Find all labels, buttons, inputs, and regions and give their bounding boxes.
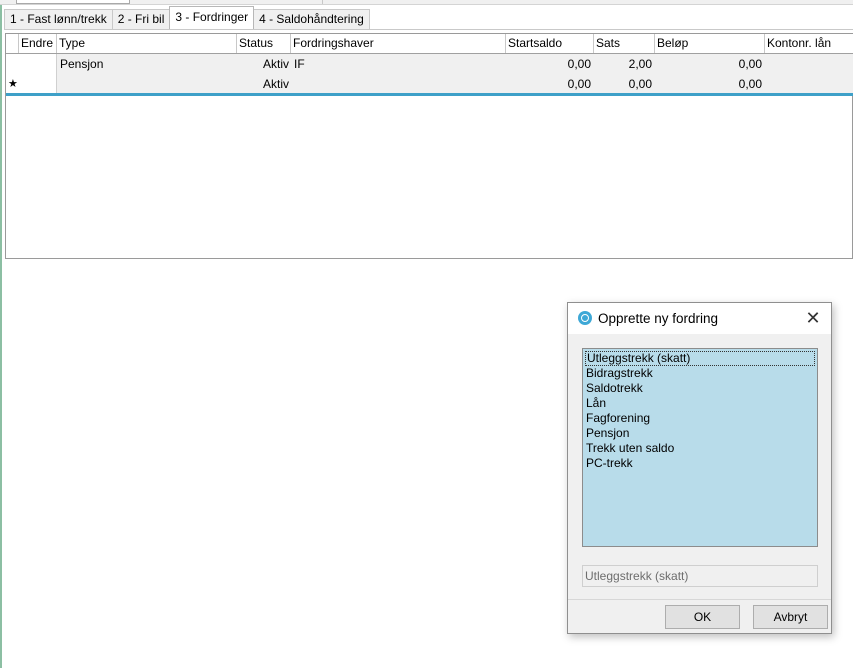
column-header-status[interactable]: Status xyxy=(237,34,291,53)
cell-belop[interactable]: 0,00 xyxy=(655,74,765,94)
cell-status[interactable]: Aktiv xyxy=(263,74,291,94)
cell-belop[interactable]: 0,00 xyxy=(655,54,765,74)
row-selector[interactable]: ★ xyxy=(6,74,20,94)
tab-fast-lonn-trekk[interactable]: 1 - Fast lønn/trekk xyxy=(4,9,113,29)
header-row-selector xyxy=(6,34,19,53)
list-item-trekk-uten-saldo[interactable]: Trekk uten saldo xyxy=(584,441,816,456)
column-header-startsaldo[interactable]: Startsaldo xyxy=(506,34,594,53)
ok-button[interactable]: OK xyxy=(665,605,740,629)
list-item-bidragstrekk[interactable]: Bidragstrekk xyxy=(584,366,816,381)
claim-type-listbox[interactable]: Utleggstrekk (skatt) Bidragstrekk Saldot… xyxy=(582,348,818,547)
table-row[interactable]: Pensjon Aktiv IF 0,00 2,00 0,00 xyxy=(6,54,853,74)
cell-endre[interactable] xyxy=(19,74,57,94)
new-claim-dialog: Opprette ny fordring ✕ Utleggstrekk (ska… xyxy=(567,302,832,634)
tab-saldohandtering[interactable]: 4 - Saldohåndtering xyxy=(253,9,370,29)
list-item-pc-trekk[interactable]: PC-trekk xyxy=(584,456,816,471)
dialog-titlebar[interactable]: Opprette ny fordring ✕ xyxy=(568,303,831,334)
selected-type-field[interactable]: Utleggstrekk (skatt) xyxy=(582,565,818,587)
cancel-button[interactable]: Avbryt xyxy=(753,605,828,629)
new-row-star-icon: ★ xyxy=(8,78,18,90)
cell-kontonr-lan[interactable] xyxy=(768,74,853,94)
grid-header: Endre Type Status Fordringshaver Startsa… xyxy=(6,34,853,54)
tab-underline xyxy=(4,29,853,30)
tab-bar: 1 - Fast lønn/trekk 2 - Fri bil 3 - Ford… xyxy=(4,6,370,29)
dialog-title: Opprette ny fordring xyxy=(598,311,719,326)
cell-sats[interactable]: 2,00 xyxy=(594,54,655,74)
list-item-lan[interactable]: Lån xyxy=(584,396,816,411)
list-item-saldotrekk[interactable]: Saldotrekk xyxy=(584,381,816,396)
column-header-sats[interactable]: Sats xyxy=(594,34,655,53)
top-toolbar-strip xyxy=(0,0,853,5)
cell-sats[interactable]: 0,00 xyxy=(594,74,655,94)
tab-fordringer[interactable]: 3 - Fordringer xyxy=(169,6,255,29)
list-item-utleggstrekk[interactable]: Utleggstrekk (skatt) xyxy=(585,351,815,366)
top-field-edge xyxy=(16,0,130,4)
close-icon[interactable]: ✕ xyxy=(801,307,825,331)
cell-fordringshaver[interactable]: IF xyxy=(294,54,506,74)
cell-type[interactable] xyxy=(60,74,237,94)
cell-startsaldo[interactable]: 0,00 xyxy=(506,74,594,94)
fordringer-grid[interactable]: Endre Type Status Fordringshaver Startsa… xyxy=(5,33,853,259)
column-header-type[interactable]: Type xyxy=(57,34,237,53)
column-header-kontonr-lan[interactable]: Kontonr. lån xyxy=(765,34,853,53)
dialog-footer: OK Avbryt xyxy=(568,599,831,634)
tab-fri-bil[interactable]: 2 - Fri bil xyxy=(111,9,171,29)
grid-focus-line xyxy=(6,93,853,96)
list-item-pensjon[interactable]: Pensjon xyxy=(584,426,816,441)
table-row-new[interactable]: ★ Aktiv 0,00 0,00 0,00 xyxy=(6,74,853,94)
cell-fordringshaver[interactable] xyxy=(294,74,506,94)
app-icon xyxy=(578,311,592,325)
cell-kontonr-lan[interactable] xyxy=(768,54,853,74)
column-header-fordringshaver[interactable]: Fordringshaver xyxy=(291,34,506,53)
cell-status[interactable]: Aktiv xyxy=(263,54,291,74)
cell-startsaldo[interactable]: 0,00 xyxy=(506,54,594,74)
list-item-fagforening[interactable]: Fagforening xyxy=(584,411,816,426)
column-header-belop[interactable]: Beløp xyxy=(655,34,765,53)
window-left-edge xyxy=(0,0,2,668)
cell-endre[interactable] xyxy=(19,54,57,74)
top-divider xyxy=(322,0,323,4)
cell-type[interactable]: Pensjon xyxy=(60,54,237,74)
column-header-endre[interactable]: Endre xyxy=(19,34,57,53)
row-selector[interactable] xyxy=(6,54,20,74)
